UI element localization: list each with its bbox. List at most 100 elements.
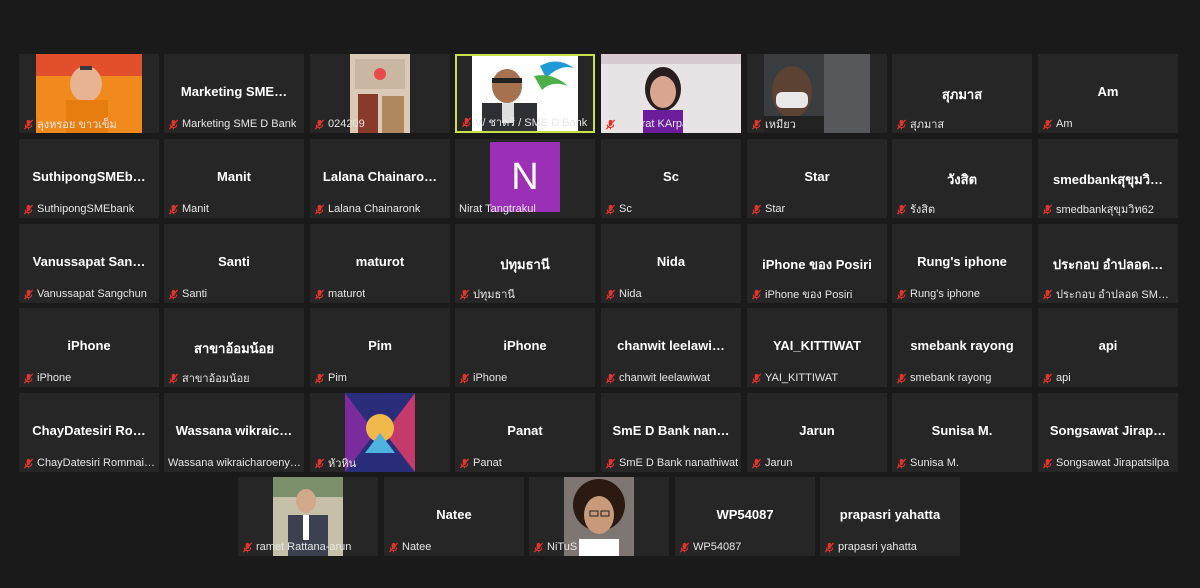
participant-name-bar: maturot: [314, 287, 448, 301]
participant-display-name: iPhone ของ Posiri: [762, 257, 872, 272]
participant-display-name: SmE D Bank nan…: [612, 423, 730, 438]
mic-muted-icon: [23, 203, 34, 215]
participant-tile[interactable]: ลุงหรอย ขาวเข็ม: [19, 54, 159, 133]
participant-tile[interactable]: หัวหิน: [310, 393, 450, 472]
participant-tile[interactable]: Lalana Chainaro… Lalana Chainaronk: [310, 139, 450, 218]
participant-tile[interactable]: api api: [1038, 308, 1178, 387]
participant-name-bar: รังสิต: [896, 202, 1030, 216]
participant-tile[interactable]: SmE D Bank nan… SmE D Bank nanathiwat: [601, 393, 741, 472]
participant-name-label: Rung's iphone: [910, 288, 980, 300]
participant-tile[interactable]: ChayDatesiri Ro… ChayDatesiri Rommai…: [19, 393, 159, 472]
mic-muted-icon: [459, 372, 470, 384]
participant-tile[interactable]: เหมียว: [747, 54, 887, 133]
participant-tile[interactable]: Sc Sc: [601, 139, 741, 218]
participant-name-label: iPhone: [473, 372, 508, 384]
participant-tile[interactable]: smedbankสุขุมวิ… smedbankสุขุมวิท62: [1038, 139, 1178, 218]
participant-name-label: Santi: [182, 288, 208, 300]
mic-muted-icon: [388, 541, 399, 553]
participant-name-label: Vanussapat Sangchun: [37, 288, 147, 300]
participant-name-label: Lalana Chainaronk: [328, 203, 421, 215]
participant-name-bar: iPhone: [459, 371, 593, 385]
participant-tile[interactable]: วังสิต รังสิต: [892, 139, 1032, 218]
participant-display-name: maturot: [355, 254, 405, 269]
participant-tile[interactable]: Marketing SME… Marketing SME D Bank: [164, 54, 304, 133]
mic-muted-icon: [679, 541, 690, 553]
mic-muted-icon: [314, 203, 325, 215]
participant-tile[interactable]: ปทุมธานี ปทุมธานี: [455, 224, 595, 303]
participant-tile[interactable]: Sunisa M. Sunisa M.: [892, 393, 1032, 472]
participant-tile[interactable]: Jarun Jarun: [747, 393, 887, 472]
participant-display-name: Wassana wikraic…: [175, 423, 293, 438]
participant-tile[interactable]: iPhone iPhone: [19, 308, 159, 387]
participant-name-bar: ChayDatesiri Rommai…: [23, 456, 157, 470]
participant-name-label: Manit: [182, 203, 209, 215]
participant-name-label: Sc: [619, 203, 632, 215]
participant-tile[interactable]: 024209: [310, 54, 450, 133]
participant-name-label: YAI_KITTIWAT: [765, 372, 839, 384]
participant-display-name: smebank rayong: [910, 338, 1014, 353]
participant-name-bar: Sc: [605, 202, 739, 216]
participant-tile[interactable]: Am Am: [1038, 54, 1178, 133]
participant-tile[interactable]: maturot maturot: [310, 224, 450, 303]
participant-name-label: prapasri yahatta: [838, 541, 917, 553]
participant-name-label: Pim: [328, 372, 347, 384]
participant-tile[interactable]: iPhone iPhone: [455, 308, 595, 387]
participant-name-label: ประกอบ อำปลอด SME D…: [1056, 289, 1176, 301]
participant-name-label: Jarun: [765, 457, 793, 469]
participant-tile[interactable]: Star Star: [747, 139, 887, 218]
participant-tile[interactable]: Manit Manit: [164, 139, 304, 218]
participant-display-name: chanwit leelawi…: [617, 338, 725, 353]
participant-tile[interactable]: Panat Panat: [455, 393, 595, 472]
participant-name-label: WP54087: [693, 541, 742, 553]
participant-name-label: chanwit leelawiwat: [619, 372, 711, 384]
participant-tile[interactable]: iPhone ของ Posiri iPhone ของ Posiri: [747, 224, 887, 303]
participant-name-label: Sunisa M.: [910, 457, 959, 469]
participant-tile[interactable]: Rung's iphone Rung's iphone: [892, 224, 1032, 303]
participant-name-bar: Sunisa M.: [896, 456, 1030, 470]
participant-tile[interactable]: Santi Santi: [164, 224, 304, 303]
mic-muted-icon: [23, 457, 34, 469]
participant-name-label: V/ ชาตรี / SME D Bank: [475, 117, 588, 129]
participant-display-name: Panat: [507, 423, 543, 438]
participant-tile[interactable]: NiTuS: [529, 477, 669, 556]
participant-tile[interactable]: Pim Pim: [310, 308, 450, 387]
participant-tile[interactable]: chanwit leelawi… chanwit leelawiwat: [601, 308, 741, 387]
participant-tile[interactable]: สุภมาส สุภมาส: [892, 54, 1032, 133]
participant-tile[interactable]: prapasri yahatta prapasri yahatta: [820, 477, 960, 556]
participant-tile[interactable]: N Nirat Tangtrakul: [455, 139, 595, 218]
participant-name-bar: iPhone: [23, 371, 157, 385]
participant-name-label: smedbankสุขุมวิท62: [1056, 204, 1154, 216]
participant-name-bar: Pim: [314, 371, 448, 385]
participant-tile[interactable]: ประกอบ อำปลอด… ประกอบ อำปลอด SME D…: [1038, 224, 1178, 303]
participant-name-bar: ปทุมธานี: [459, 287, 593, 301]
participant-tile[interactable]: WP54087 WP54087: [675, 477, 815, 556]
participant-name-bar: Marketing SME D Bank: [168, 117, 302, 131]
participant-tile[interactable]: Vanussapat San… Vanussapat Sangchun: [19, 224, 159, 303]
participant-tile[interactable]: smebank rayong smebank rayong: [892, 308, 1032, 387]
mic-muted-icon: [605, 457, 616, 469]
participant-tile[interactable]: สาขาอ้อมน้อย สาขาอ้อมน้อย: [164, 308, 304, 387]
participant-tile[interactable]: YAI_KITTIWAT YAI_KITTIWAT: [747, 308, 887, 387]
mic-muted-icon: [896, 288, 907, 300]
participant-tile[interactable]: Wassana wikraic… Wassana wikraicharoenyi…: [164, 393, 304, 472]
participant-name-label: Nida: [619, 288, 642, 300]
mic-muted-icon: [605, 203, 616, 215]
mic-muted-icon: [1042, 457, 1053, 469]
participant-display-name: smedbankสุขุมวิ…: [1053, 172, 1163, 187]
participant-name-bar: หัวหิน: [314, 456, 448, 470]
mic-muted-icon: [23, 118, 34, 130]
participant-tile[interactable]: ramet Rattana-arun: [238, 477, 378, 556]
mic-muted-icon: [751, 118, 762, 130]
participant-tile[interactable]: V/ ชาตรี / SME D Bank: [455, 54, 595, 133]
participant-tile[interactable]: Songsawat Jirap… Songsawat Jirapatsilpa: [1038, 393, 1178, 472]
participant-tile[interactable]: Nida Nida: [601, 224, 741, 303]
participant-tile[interactable]: Ubolrat KArpang: [601, 54, 741, 133]
participant-name-bar: YAI_KITTIWAT: [751, 371, 885, 385]
participant-name-bar: api: [1042, 371, 1176, 385]
participant-display-name: Sc: [663, 169, 679, 184]
participant-tile[interactable]: Natee Natee: [384, 477, 524, 556]
participant-display-name: Rung's iphone: [917, 254, 1007, 269]
mic-muted-icon: [751, 372, 762, 384]
participant-name-label: maturot: [328, 288, 366, 300]
participant-tile[interactable]: SuthipongSMEb… SuthipongSMEbank: [19, 139, 159, 218]
